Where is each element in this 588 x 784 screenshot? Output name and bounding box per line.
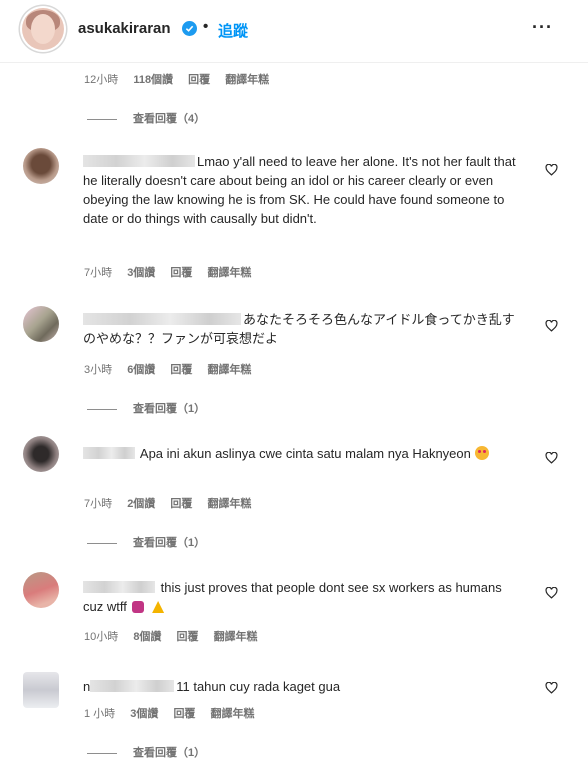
commenter-avatar[interactable] xyxy=(23,306,59,342)
translate-button[interactable]: 翻譯年糕 xyxy=(214,631,258,643)
like-heart-icon[interactable] xyxy=(545,587,558,599)
commenter-username[interactable] xyxy=(83,581,155,593)
commenter-avatar[interactable] xyxy=(23,572,59,608)
like-heart-icon[interactable] xyxy=(545,452,558,464)
separator-dot: • xyxy=(203,18,209,35)
commenter-username[interactable] xyxy=(83,447,135,459)
reply-button[interactable]: 回覆 xyxy=(170,498,192,510)
camera-emoji xyxy=(132,601,145,613)
view-replies-button[interactable]: 查看回覆（1） xyxy=(87,534,205,550)
comment-time: 7小時 xyxy=(84,267,113,279)
like-count[interactable]: 3個讚 xyxy=(130,708,158,720)
commenter-avatar[interactable] xyxy=(23,436,59,472)
comment-time: 7小時 xyxy=(84,498,113,510)
translate-button[interactable]: 翻譯年糕 xyxy=(207,267,251,279)
comment-meta: 7小時 3個讚 回覆 翻譯年糕 xyxy=(84,264,263,280)
reply-button[interactable]: 回覆 xyxy=(188,74,210,86)
translate-button[interactable]: 翻譯年糕 xyxy=(207,364,251,376)
commenter-username[interactable] xyxy=(83,155,195,167)
replies-divider xyxy=(87,542,117,544)
comment-text: this just proves that people dont see sx… xyxy=(83,578,513,616)
post-header: asukakiraran • 追蹤 ··· xyxy=(0,0,588,63)
view-replies-label: 查看回覆（1） xyxy=(133,747,206,759)
commenter-username[interactable] xyxy=(90,680,175,692)
replies-divider xyxy=(87,752,117,754)
like-heart-icon[interactable] xyxy=(545,320,558,332)
comment-time: 10小時 xyxy=(84,631,119,643)
comment-meta: 7小時 2個讚 回覆 翻譯年糕 xyxy=(84,495,263,511)
comment-text: n 11 tahun cuy rada kaget gua xyxy=(83,677,503,696)
view-replies-button[interactable]: 查看回覆（1） xyxy=(87,400,205,416)
comment-time: 12小時 xyxy=(84,74,119,86)
view-replies-label: 查看回覆（4） xyxy=(133,113,206,125)
username[interactable]: asukakiraran xyxy=(78,20,171,37)
comment-meta: 10小時 8個讚 回覆 翻譯年糕 xyxy=(84,628,270,644)
follow-button[interactable]: 追蹤 xyxy=(218,20,248,41)
translate-button[interactable]: 翻譯年糕 xyxy=(211,708,255,720)
commenter-username[interactable] xyxy=(83,313,241,325)
hearts-face-emoji xyxy=(474,446,489,460)
view-replies-label: 查看回覆（1） xyxy=(133,403,206,415)
praying-hands-emoji xyxy=(152,601,165,613)
reply-button[interactable]: 回覆 xyxy=(170,267,192,279)
comment-meta: 12小時 118個讚 回覆 翻譯年糕 xyxy=(84,71,281,87)
like-heart-icon[interactable] xyxy=(545,164,558,176)
reply-button[interactable]: 回覆 xyxy=(170,364,192,376)
view-replies-button[interactable]: 查看回覆（4） xyxy=(87,110,205,126)
comment-time: 1 小時 xyxy=(84,708,116,720)
translate-button[interactable]: 翻譯年糕 xyxy=(207,498,251,510)
verified-badge-icon xyxy=(182,21,197,36)
translate-button[interactable]: 翻譯年糕 xyxy=(225,74,269,86)
comment-body: Apa ini akun aslinya cwe cinta satu mala… xyxy=(139,446,471,461)
comment-text: あなたそろそろ色んなアイドル食ってかき乱すのやめな？？ファンが可哀想だよ xyxy=(83,310,523,348)
reply-button[interactable]: 回覆 xyxy=(173,708,195,720)
commenter-avatar[interactable] xyxy=(23,672,59,708)
comment-meta: 1 小時 3個讚 回覆 翻譯年糕 xyxy=(84,705,267,721)
like-count[interactable]: 6個讚 xyxy=(127,364,155,376)
view-replies-label: 查看回覆（1） xyxy=(133,537,206,549)
comment-text: Apa ini akun aslinya cwe cinta satu mala… xyxy=(83,444,503,463)
replies-divider xyxy=(87,118,117,120)
like-count[interactable]: 3個讚 xyxy=(127,267,155,279)
avatar-face xyxy=(31,14,55,44)
profile-avatar[interactable] xyxy=(22,8,64,50)
replies-divider xyxy=(87,408,117,410)
comment-meta: 3小時 6個讚 回覆 翻譯年糕 xyxy=(84,361,263,377)
comment-body: 11 tahun cuy rada kaget gua xyxy=(176,679,341,694)
commenter-avatar[interactable] xyxy=(23,148,59,184)
commenter-username-prefix[interactable]: n xyxy=(83,679,90,694)
view-replies-button[interactable]: 查看回覆（1） xyxy=(87,744,205,760)
comment-text: Lmao y'all need to leave her alone. It's… xyxy=(83,152,523,228)
reply-button[interactable]: 回覆 xyxy=(177,631,199,643)
like-count[interactable]: 8個讚 xyxy=(133,631,161,643)
comment-time: 3小時 xyxy=(84,364,113,376)
like-heart-icon[interactable] xyxy=(545,682,558,694)
like-count[interactable]: 2個讚 xyxy=(127,498,155,510)
like-count[interactable]: 118個讚 xyxy=(133,74,173,86)
more-options-icon[interactable]: ··· xyxy=(532,17,553,38)
